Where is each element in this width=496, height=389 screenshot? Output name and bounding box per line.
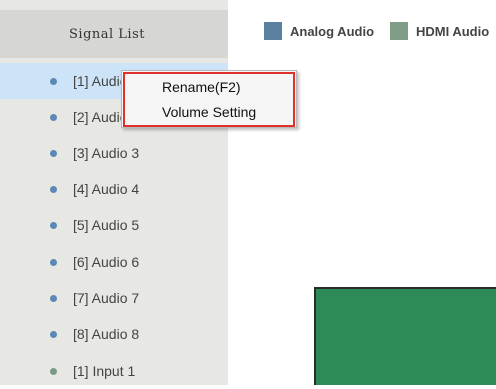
signal-item-label: [1] Input 1 (73, 363, 136, 379)
signal-dot-icon (50, 330, 57, 338)
signal-item-label: [4] Audio 4 (73, 181, 140, 197)
sidebar-divider (0, 58, 228, 62)
signal-list-header: Signal List (0, 10, 228, 58)
signal-item-audio-7[interactable]: [7] Audio 7 (0, 280, 228, 316)
signal-dot-icon (50, 258, 57, 266)
legend-analog-audio: Analog Audio (264, 22, 374, 40)
legend-label: Analog Audio (290, 23, 375, 39)
signal-item-label: [6] Audio 6 (73, 254, 140, 270)
signal-list-title: Signal List (69, 26, 145, 42)
output-block[interactable] (314, 287, 496, 385)
menu-item-rename[interactable]: Rename(F2) (122, 76, 296, 98)
menu-item-volume-setting[interactable]: Volume Setting (122, 101, 296, 123)
signal-dot-icon (50, 367, 57, 375)
signal-dot-icon (50, 113, 57, 121)
signal-item-audio-6[interactable]: [6] Audio 6 (0, 244, 228, 280)
signal-item-audio-4[interactable]: [4] Audio 4 (0, 171, 228, 207)
signal-item-audio-3[interactable]: [3] Audio 3 (0, 135, 228, 171)
signal-item-label: [8] Audio 8 (73, 326, 140, 342)
signal-dot-icon (50, 294, 57, 302)
signal-dot-icon (50, 221, 57, 229)
signal-item-label: [5] Audio 5 (73, 217, 140, 233)
signal-list-panel: Signal List [1] Audio 1 [2] Audio 2 [3] … (0, 0, 228, 385)
signal-dot-icon (50, 77, 57, 85)
signal-item-label: [7] Audio 7 (73, 290, 140, 306)
legend-swatch-analog (264, 22, 282, 40)
signal-item-audio-5[interactable]: [5] Audio 5 (0, 207, 228, 243)
signal-dot-icon (50, 185, 57, 193)
signal-item-input-1[interactable]: [1] Input 1 (0, 353, 228, 389)
signal-item-label: [3] Audio 3 (73, 145, 140, 161)
signal-dot-icon (50, 149, 57, 157)
legend-swatch-hdmi (390, 22, 408, 40)
context-menu: Rename(F2) Volume Setting (121, 70, 297, 128)
legend-hdmi-audio: HDMI Audio (390, 22, 489, 40)
legend-label: HDMI Audio (416, 23, 490, 39)
signal-item-audio-8[interactable]: [8] Audio 8 (0, 316, 228, 352)
